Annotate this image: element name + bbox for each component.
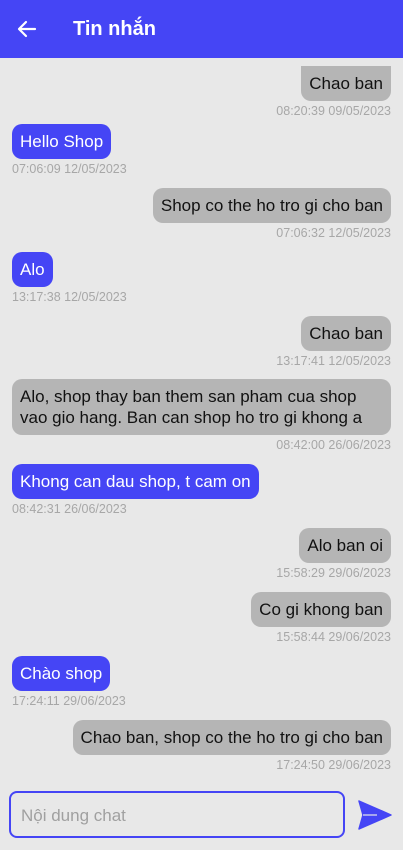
message-item: Chao ban 13:17:41 12/05/2023: [12, 316, 391, 369]
message-item: Alo ban oi 15:58:29 29/06/2023: [12, 528, 391, 581]
message-timestamp: 07:06:09 12/05/2023: [12, 162, 127, 176]
message-item: Hello Shop 07:06:09 12/05/2023: [12, 124, 391, 177]
page-title: Tin nhắn: [73, 18, 156, 40]
message-timestamp: 08:42:00 26/06/2023: [276, 438, 391, 452]
message-timestamp: 08:20:39 09/05/2023: [276, 104, 391, 118]
message-bubble[interactable]: Shop co the ho tro gi cho ban: [152, 188, 391, 223]
message-bubble[interactable]: Alo, shop thay ban them san pham cua sho…: [12, 379, 391, 435]
message-item: Chao ban 08:20:39 09/05/2023: [12, 66, 391, 119]
back-button[interactable]: [14, 17, 40, 41]
message-timestamp: 15:58:44 29/06/2023: [276, 630, 391, 644]
message-timestamp: 17:24:11 29/06/2023: [12, 694, 126, 708]
message-bubble[interactable]: Chào shop: [12, 656, 111, 691]
message-bubble[interactable]: Chao ban, shop co the ho tro gi cho ban: [72, 720, 391, 755]
message-item: Alo, shop thay ban them san pham cua sho…: [12, 379, 391, 453]
message-bubble[interactable]: Chao ban: [301, 66, 391, 101]
message-timestamp: 07:06:32 12/05/2023: [276, 226, 391, 240]
message-item: Khong can dau shop, t cam on 08:42:31 26…: [12, 464, 391, 517]
send-button[interactable]: [357, 799, 393, 831]
message-item: Chào shop 17:24:11 29/06/2023: [12, 656, 391, 709]
send-icon: [358, 800, 392, 830]
app-bar: Tin nhắn: [0, 0, 403, 58]
message-timestamp: 13:17:38 12/05/2023: [12, 290, 127, 304]
message-item: Co gi khong ban 15:58:44 29/06/2023: [12, 592, 391, 645]
message-timestamp: 15:58:29 29/06/2023: [276, 566, 391, 580]
arrow-left-icon: [17, 20, 37, 38]
message-bubble[interactable]: Hello Shop: [12, 124, 112, 159]
message-bubble[interactable]: Khong can dau shop, t cam on: [12, 464, 259, 499]
message-timestamp: 13:17:41 12/05/2023: [276, 354, 391, 368]
chat-input[interactable]: [19, 793, 333, 838]
message-item: Shop co the ho tro gi cho ban 07:06:32 1…: [12, 188, 391, 241]
chat-input-container: [9, 791, 345, 838]
message-list[interactable]: Chao ban 08:20:39 09/05/2023 Hello Shop …: [0, 58, 403, 780]
message-bubble[interactable]: Alo: [12, 252, 53, 287]
message-item: Chao ban, shop co the ho tro gi cho ban …: [12, 720, 391, 773]
message-bubble[interactable]: Co gi khong ban: [251, 592, 391, 627]
message-item: Alo 13:17:38 12/05/2023: [12, 252, 391, 305]
message-timestamp: 17:24:50 29/06/2023: [276, 758, 391, 772]
message-bubble[interactable]: Alo ban oi: [299, 528, 391, 563]
message-bubble[interactable]: Chao ban: [301, 316, 391, 351]
message-timestamp: 08:42:31 26/06/2023: [12, 502, 127, 516]
